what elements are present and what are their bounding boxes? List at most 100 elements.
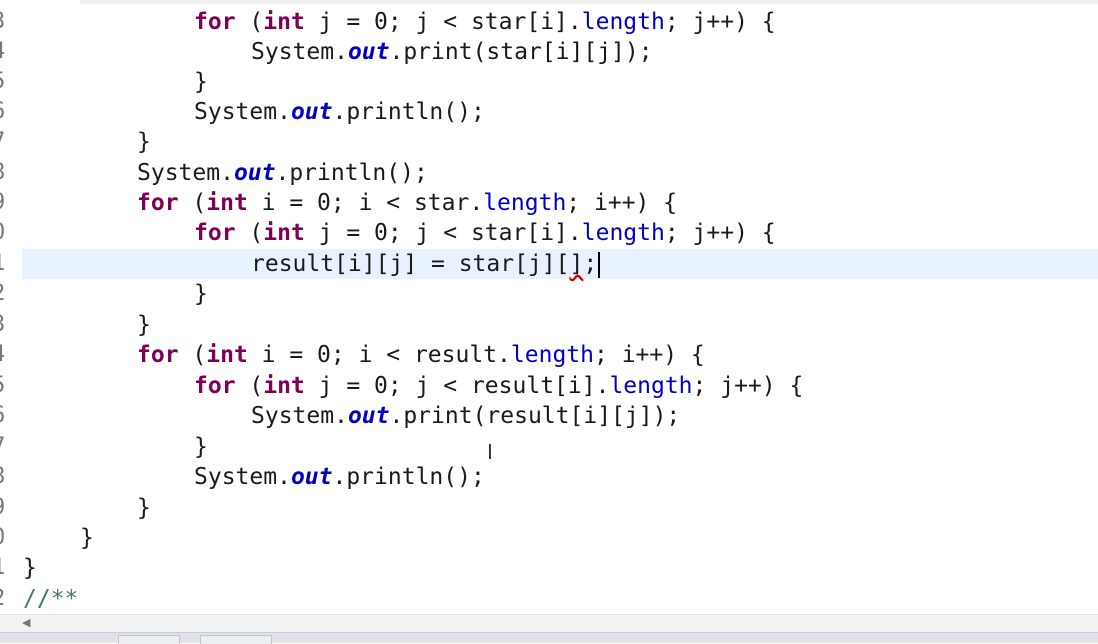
code-text: j = 0; j < star[i]. <box>304 9 582 35</box>
code-line[interactable]: 1 } <box>0 553 1098 583</box>
comment-token: //** <box>23 586 79 612</box>
code-line[interactable]: 7 } <box>0 432 1098 462</box>
code-text: System. <box>194 464 291 490</box>
syntax-error-token: ] <box>569 251 584 277</box>
code-text: ; <box>583 251 598 277</box>
code-line[interactable]: 2 } <box>0 279 1098 309</box>
keyword: for <box>137 342 179 368</box>
code-line[interactable]: 8 System.out.println(); <box>0 158 1098 188</box>
code-text: j = 0; j < star[i]. <box>304 220 582 246</box>
line-number: 3 <box>0 7 12 37</box>
keyword: for <box>194 373 236 399</box>
text-caret <box>598 251 601 278</box>
line-number: 6 <box>0 97 12 127</box>
code-line[interactable]: 2 //** <box>0 584 1098 614</box>
code-line[interactable]: 8 System.out.println(); <box>0 462 1098 492</box>
line-number: 0 <box>0 218 12 248</box>
code-text: ; i++) { <box>566 190 678 216</box>
code-line[interactable]: 3 for (int j = 0; j < star[i].length; j+… <box>0 7 1098 37</box>
code-text: ( <box>235 220 264 246</box>
line-number: 3 <box>0 310 12 340</box>
line-number: 4 <box>0 340 12 370</box>
code-text: .println(); <box>332 99 485 125</box>
code-text: System. <box>194 99 291 125</box>
code-text: } <box>194 69 208 95</box>
line-number: 9 <box>0 493 12 523</box>
code-line[interactable]: 5 } <box>0 67 1098 97</box>
code-text: i = 0; i < star. <box>247 190 484 216</box>
code-text: } <box>194 434 208 460</box>
text-cursor-icon: I <box>487 440 493 464</box>
code-text: } <box>137 129 151 155</box>
field-token: length <box>483 190 567 216</box>
static-field-token: out <box>347 403 390 429</box>
code-text: } <box>137 312 151 338</box>
code-text: ; j++) { <box>664 9 776 35</box>
line-number: 5 <box>0 371 12 401</box>
code-text: } <box>194 281 208 307</box>
code-text: .println(); <box>332 464 485 490</box>
code-text: ( <box>235 9 264 35</box>
code-text: ; i++) { <box>594 342 705 368</box>
field-token: length <box>510 342 594 368</box>
keyword: for <box>194 220 236 246</box>
field-token: length <box>609 373 693 399</box>
code-line[interactable]: 4 for (int i = 0; i < result.length; i++… <box>0 340 1098 370</box>
field-token: length <box>581 9 665 35</box>
bottom-tab[interactable] <box>200 635 272 644</box>
code-line[interactable]: 0 for (int j = 0; j < star[i].length; j+… <box>0 218 1098 248</box>
code-text: } <box>137 495 151 521</box>
line-number: 4 <box>0 37 12 67</box>
code-line[interactable]: 7 } <box>0 127 1098 157</box>
code-text: ; j++) { <box>664 220 776 246</box>
line-number: 1 <box>0 553 12 583</box>
line-number: 2 <box>0 279 12 309</box>
keyword: int <box>263 9 305 35</box>
code-line[interactable]: 5 for (int j = 0; j < result[i].length; … <box>0 371 1098 401</box>
code-line[interactable]: 6 System.out.print(result[i][j]); <box>0 401 1098 431</box>
code-line[interactable]: 9 } <box>0 493 1098 523</box>
code-text: ; j++) { <box>692 373 804 399</box>
code-text: .println(); <box>275 160 428 186</box>
code-text: ( <box>235 373 264 399</box>
line-number: 6 <box>0 401 12 431</box>
code-line[interactable]: 9 for (int i = 0; i < star.length; i++) … <box>0 188 1098 218</box>
code-text: ( <box>178 342 207 368</box>
line-number: 9 <box>0 188 12 218</box>
keyword: int <box>206 342 248 368</box>
line-number: 2 <box>0 584 12 614</box>
code-text: System. <box>251 39 348 65</box>
code-text: } <box>23 555 37 581</box>
field-token: length <box>581 220 665 246</box>
code-line[interactable]: 4 System.out.print(star[i][j]); <box>0 37 1098 67</box>
bottom-tab[interactable] <box>118 635 180 644</box>
line-number: 0 <box>0 523 12 553</box>
code-text: } <box>80 525 94 551</box>
keyword: for <box>194 9 236 35</box>
horizontal-scrollbar[interactable]: ◀ <box>0 614 1098 632</box>
scroll-left-arrow-icon[interactable]: ◀ <box>22 616 30 629</box>
line-number: 7 <box>0 127 12 157</box>
code-text: ( <box>178 190 207 216</box>
code-editor[interactable]: 3 for (int j = 0; j < star[i].length; j+… <box>0 0 1098 616</box>
code-line-current[interactable]: 1 result[i][j] = star[j][]; <box>0 249 1098 279</box>
static-field-token: out <box>290 464 333 490</box>
code-line[interactable]: 0 } <box>0 523 1098 553</box>
code-line[interactable]: 3 } <box>0 310 1098 340</box>
keyword: int <box>263 373 305 399</box>
line-number: 7 <box>0 432 12 462</box>
keyword: int <box>206 190 248 216</box>
static-field-token: out <box>290 99 333 125</box>
static-field-token: out <box>347 39 390 65</box>
editor-top-strip <box>80 0 1098 4</box>
code-text: i = 0; i < result. <box>247 342 511 368</box>
code-text: j = 0; j < result[i]. <box>304 373 610 399</box>
static-field-token: out <box>233 160 276 186</box>
code-text: .print(star[i][j]); <box>389 39 653 65</box>
line-number: 8 <box>0 158 12 188</box>
code-line[interactable]: 6 System.out.println(); <box>0 97 1098 127</box>
line-number: 5 <box>0 67 12 97</box>
keyword: int <box>263 220 305 246</box>
code-text: .print(result[i][j]); <box>389 403 681 429</box>
code-text: result[i][j] = star[j][ <box>251 251 570 277</box>
